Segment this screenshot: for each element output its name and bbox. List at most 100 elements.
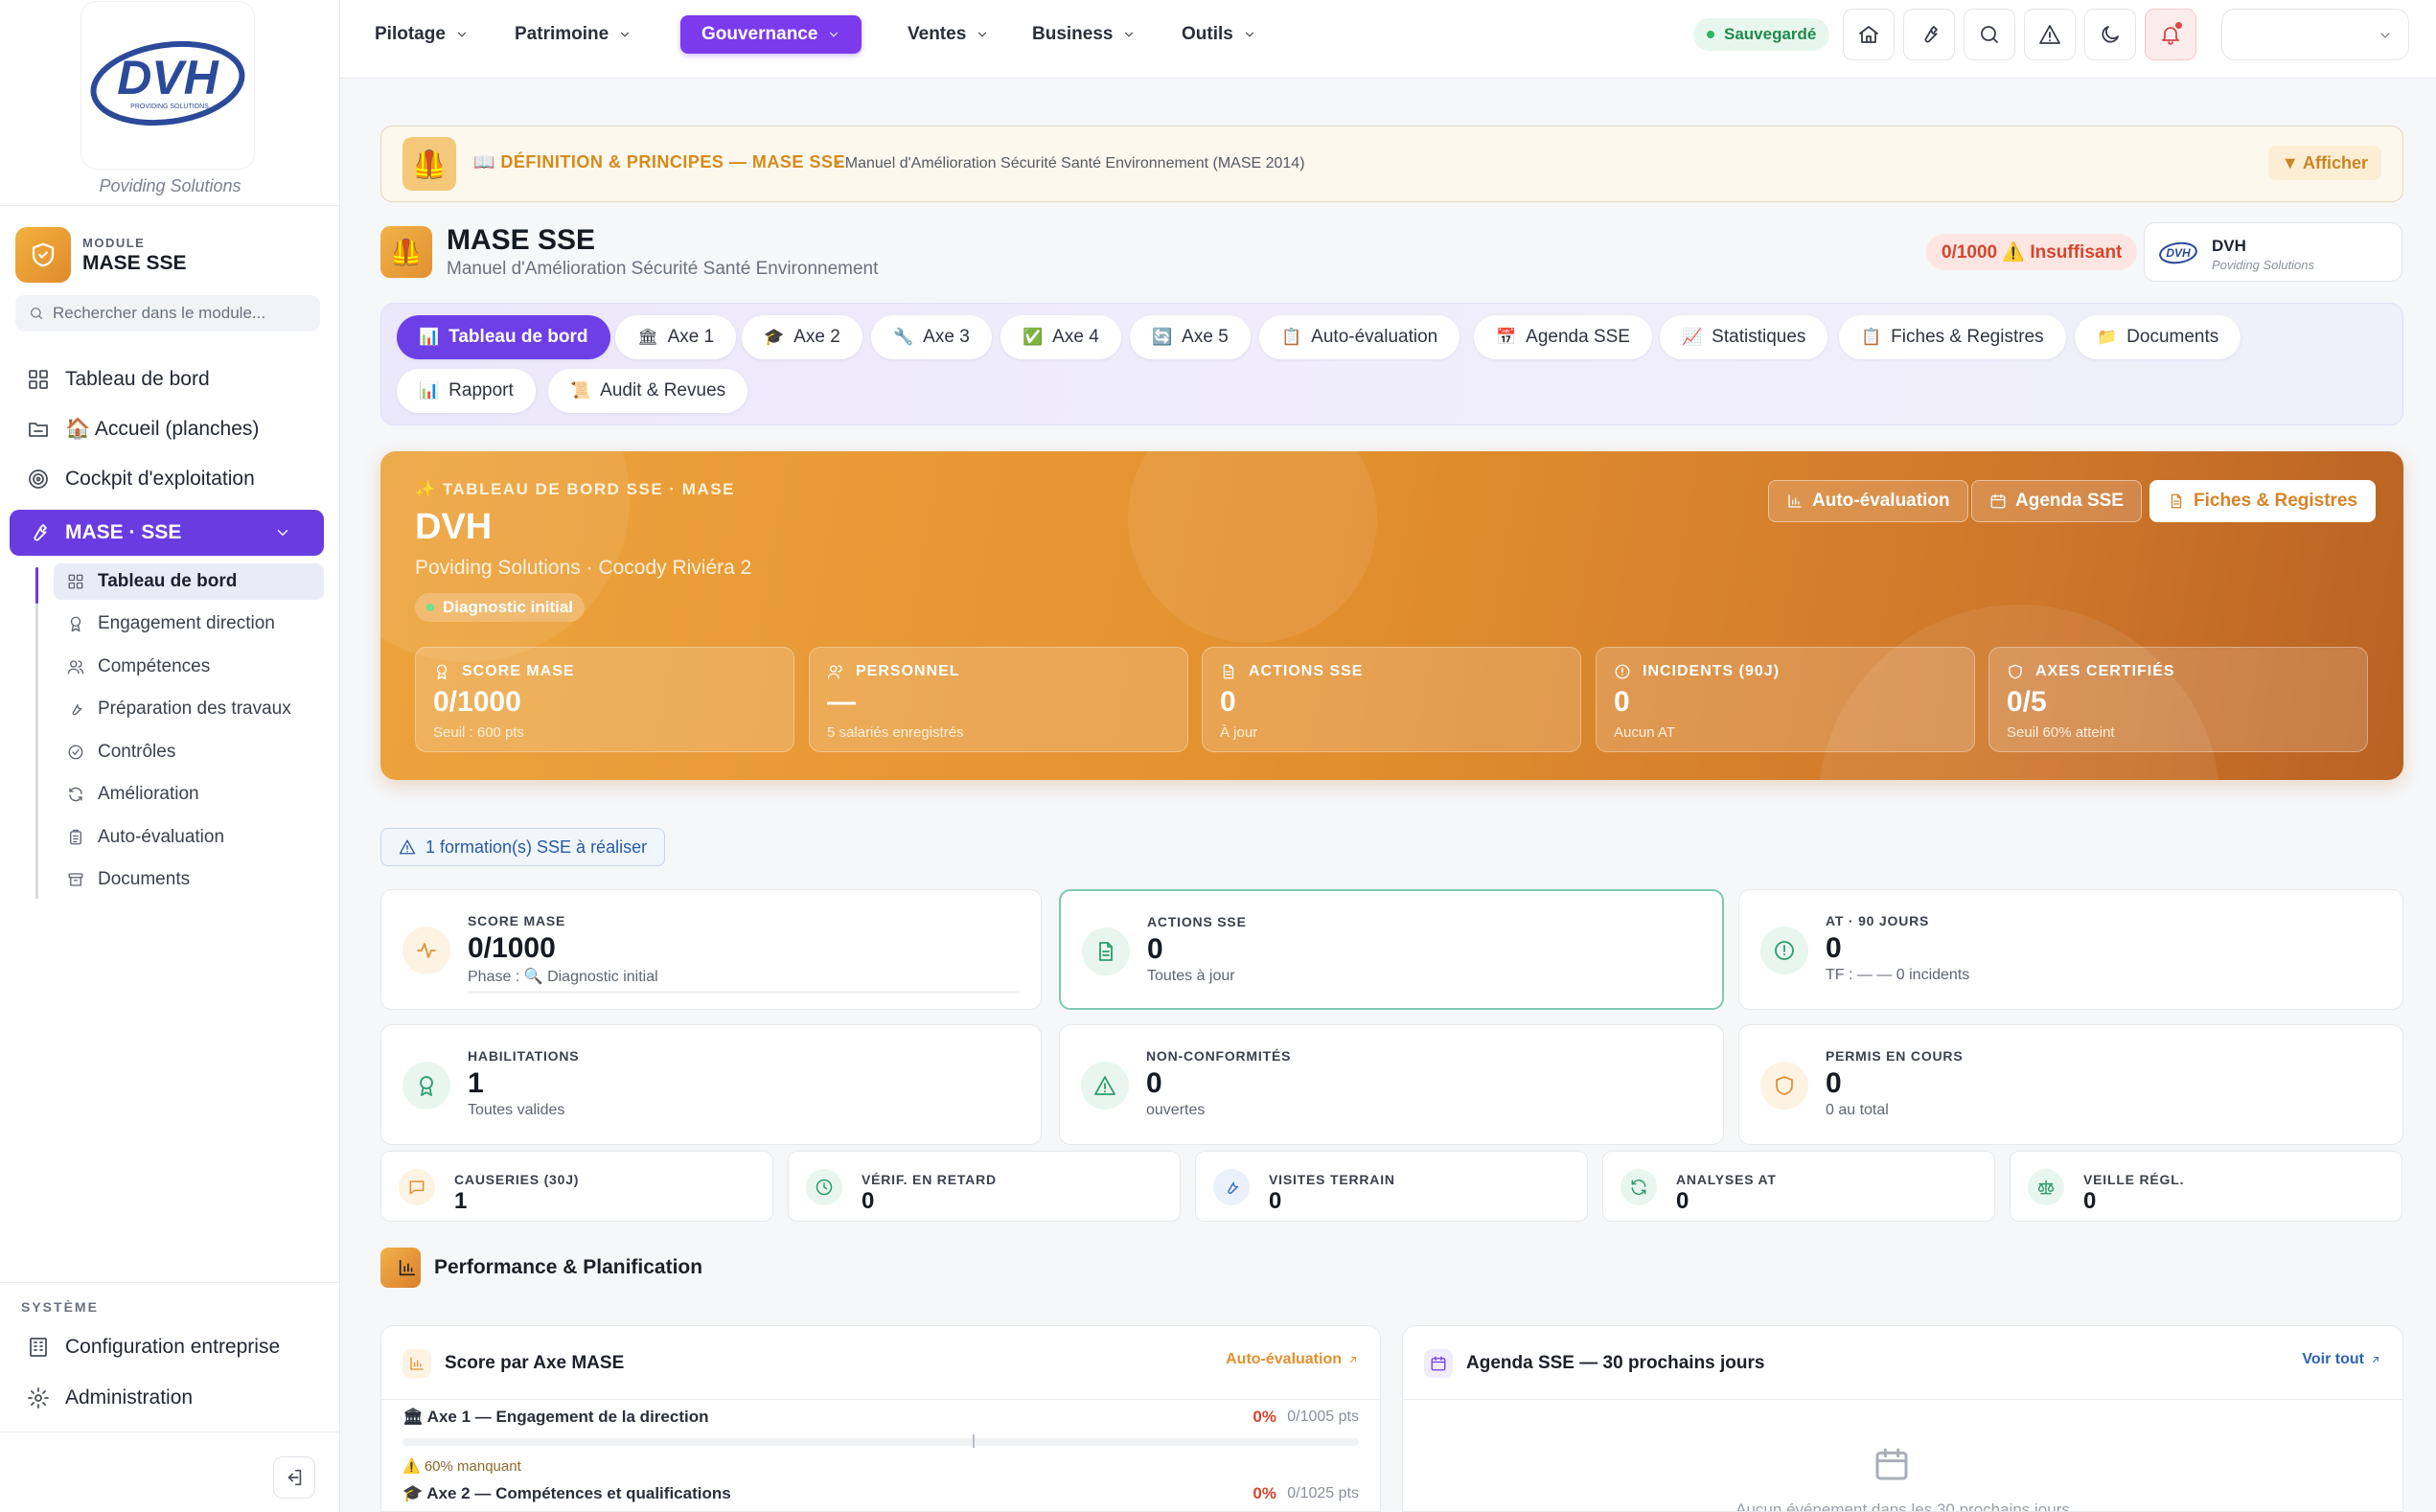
stat-actions-sse[interactable]: ACTIONS SSE 0 Toutes à jour (1059, 889, 1724, 1010)
company-logo[interactable]: DVH PROVIDING SOLUTIONS (81, 2, 254, 169)
submenu-label: Amélioration (98, 784, 199, 804)
submenu-item-auto-evaluation[interactable]: Auto-évaluation (54, 819, 324, 856)
stat-value: 0 (1146, 1067, 1162, 1099)
topnav-outils[interactable]: Outils (1161, 15, 1277, 54)
org-tagline: Poviding Solutions (2212, 258, 2314, 272)
stat-label: ACTIONS SSE (1147, 914, 1247, 929)
submenu-item-amelioration[interactable]: Amélioration (54, 776, 324, 813)
kpi-value: 0/5 (2007, 686, 2047, 718)
training-alert[interactable]: 1 formation(s) SSE à réaliser (380, 828, 666, 866)
tab-axe-3[interactable]: 🔧 Axe 3 (871, 315, 992, 359)
status-dot (1707, 31, 1714, 38)
mini-stat-label: VISITES TERRAIN (1269, 1172, 1395, 1187)
tab-axe-2[interactable]: 🎓 Axe 2 (742, 315, 862, 359)
sidebar-item-mase-sse[interactable]: MASE · SSE (10, 510, 324, 556)
tools-button[interactable] (1903, 9, 1955, 60)
mini-stat-analyses-at[interactable]: ANALYSES AT 0 (1602, 1151, 1995, 1222)
scale-icon (2028, 1169, 2064, 1205)
scroll-icon: 📜 (570, 381, 591, 400)
alerts-button[interactable] (2024, 9, 2076, 60)
hero-agenda-button[interactable]: Agenda SSE (1971, 480, 2142, 522)
sidebar-item-dashboard[interactable]: Tableau de bord (10, 356, 324, 402)
topnav-gouvernance[interactable]: Gouvernance (680, 15, 862, 54)
submenu-item-controles[interactable]: Contrôles (54, 734, 324, 770)
topnav-label: Outils (1182, 24, 1233, 44)
stat-permis-en-cours[interactable]: PERMIS EN COURS 0 0 au total (1738, 1024, 2403, 1145)
search-button[interactable] (1964, 9, 2015, 60)
axe-row[interactable]: 🏛 Axe 1 — Engagement de la direction 0% … (402, 1408, 1359, 1475)
submenu-item-preparation[interactable]: Préparation des travaux (54, 691, 324, 727)
submenu-rail (35, 567, 38, 899)
submenu-item-documents[interactable]: Documents (54, 861, 324, 898)
hero-fiches-button[interactable]: Fiches & Registres (2149, 480, 2377, 522)
tab-axe-5[interactable]: 🔄 Axe 5 (1130, 315, 1251, 359)
topnav-business[interactable]: Business (1011, 15, 1157, 54)
view-all-link[interactable]: Voir tout (2302, 1351, 2381, 1368)
tab-fiches-registres[interactable]: 📋 Fiches & Registres (1839, 315, 2066, 359)
definition-banner: 🦺 📖 DÉFINITION & PRINCIPES — MASE SSE · … (380, 126, 2403, 202)
hero-auto-evaluation-button[interactable]: Auto-évaluation (1768, 480, 1968, 522)
tab-axe-1[interactable]: 🏛 Axe 1 (615, 315, 737, 359)
card-title: Agenda SSE — 30 prochains jours (1466, 1353, 1765, 1373)
axe-progress-bar (402, 1434, 1359, 1448)
organization-card[interactable]: DVH DVH Poviding Solutions (2144, 222, 2402, 282)
clock-icon (806, 1169, 842, 1205)
tab-documents[interactable]: 📁 Documents (2075, 315, 2241, 359)
stat-score-mase[interactable]: SCORE MASE 0/1000 Phase : 🔍 Diagnostic i… (380, 889, 1042, 1010)
topnav-patrimoine[interactable]: Patrimoine (494, 15, 653, 54)
mini-stat-label: VEILLE RÉGL. (2083, 1172, 2185, 1187)
gear-icon (27, 1386, 50, 1409)
submenu-item-competences[interactable]: Compétences (54, 649, 324, 685)
tab-label: Axe 1 (667, 327, 715, 347)
theme-toggle-button[interactable] (2084, 9, 2136, 60)
check-icon: ✅ (1023, 328, 1044, 346)
tab-agenda-sse[interactable]: 📅 Agenda SSE (1474, 315, 1652, 359)
building-icon: 🏛 (637, 328, 658, 346)
tab-statistiques[interactable]: 📈 Statistiques (1660, 315, 1828, 359)
user-menu-select[interactable] (2221, 9, 2409, 60)
bar-chart-icon (380, 1248, 421, 1288)
company-tagline: Poviding Solutions (99, 176, 241, 195)
chevron-down-icon (618, 28, 632, 41)
mini-stat-causeries[interactable]: CAUSERIES (30J) 1 (380, 1151, 773, 1222)
mini-stat-verif-retard[interactable]: VÉRIF. EN RETARD 0 (788, 1151, 1181, 1222)
search-icon (1978, 23, 2001, 46)
auto-evaluation-link[interactable]: Auto-évaluation (1226, 1351, 1359, 1368)
target-icon (27, 468, 50, 491)
sidebar-item-configuration[interactable]: Configuration entreprise (10, 1324, 324, 1370)
tab-axe-4[interactable]: ✅ Axe 4 (1000, 315, 1121, 359)
axe-row[interactable]: 🎓 Axe 2 — Compétences et qualifications … (402, 1484, 1359, 1507)
show-definition-button[interactable]: ▼ Afficher (2267, 146, 2381, 180)
tab-rapport[interactable]: 📊 Rapport (397, 369, 536, 413)
module-kicker: MODULE (82, 235, 146, 250)
stat-at-90-jours[interactable]: AT · 90 JOURS 0 TF : — — 0 incidents (1738, 889, 2403, 1010)
tab-label: Axe 2 (793, 327, 840, 347)
stat-habilitations[interactable]: HABILITATIONS 1 Toutes valides (380, 1024, 1042, 1145)
mini-stat-visites-terrain[interactable]: VISITES TERRAIN 0 (1195, 1151, 1588, 1222)
tab-audit-revues[interactable]: 📜 Audit & Revues (548, 369, 748, 413)
sidebar-item-administration[interactable]: Administration (10, 1375, 324, 1421)
page-subtitle: Manuel d'Amélioration Sécurité Santé Env… (447, 259, 879, 279)
hero-kicker: ✨ TABLEAU DE BORD SSE · MASE (415, 480, 735, 498)
submenu-item-engagement[interactable]: Engagement direction (54, 606, 324, 642)
tab-dashboard[interactable]: 📊 Tableau de bord (397, 315, 610, 359)
home-button[interactable] (1843, 9, 1895, 60)
search-placeholder: Rechercher dans le module... (53, 304, 266, 322)
logout-button[interactable] (273, 1456, 315, 1499)
sidebar-item-accueil[interactable]: 🏠 Accueil (planches) (10, 406, 324, 452)
tab-auto-evaluation[interactable]: 📋 Auto-évaluation (1259, 315, 1460, 359)
module-search-input[interactable]: Rechercher dans le module... (15, 295, 320, 332)
topnav-pilotage[interactable]: Pilotage (354, 15, 490, 54)
topnav-ventes[interactable]: Ventes (886, 15, 1010, 54)
banner-title: 📖 DÉFINITION & PRINCIPES — MASE SSE (473, 152, 845, 172)
mini-stat-value: 0 (2083, 1188, 2097, 1214)
stat-non-conformites[interactable]: NON-CONFORMITÉS 0 ouvertes (1059, 1024, 1724, 1145)
mini-stat-veille[interactable]: VEILLE RÉGL. 0 (2010, 1151, 2402, 1222)
submenu-item-dashboard[interactable]: Tableau de bord (54, 563, 324, 600)
sidebar-item-cockpit[interactable]: Cockpit d'exploitation (10, 456, 324, 502)
stat-value: 0 (1147, 933, 1163, 965)
kpi-sub: Seuil 60% atteint (2007, 724, 2115, 741)
stat-sub: ouvertes (1146, 1102, 1206, 1118)
notifications-button[interactable] (2145, 9, 2196, 60)
mini-stat-label: ANALYSES AT (1676, 1172, 1777, 1187)
